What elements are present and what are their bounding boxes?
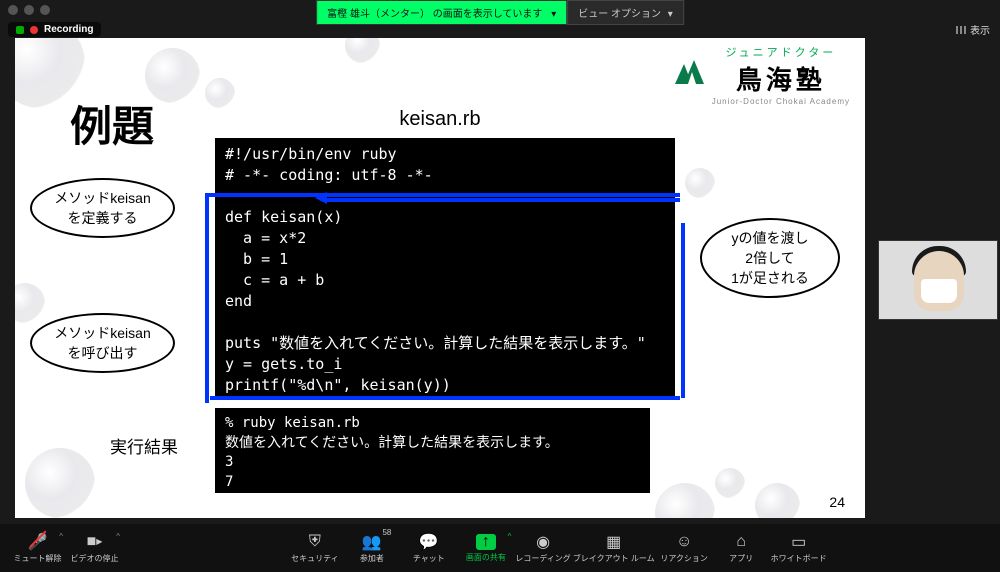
window-traffic-lights: [8, 5, 50, 15]
whiteboard-icon: ▭: [791, 533, 806, 551]
water-drop-decor: [755, 483, 800, 518]
reactions-button[interactable]: ☺ リアクション: [657, 526, 712, 570]
grid-icon: ▦: [606, 533, 621, 551]
logo-subtitle: ジュニアドクター: [712, 44, 850, 60]
whiteboard-button[interactable]: ▭ ホワイトボード: [771, 526, 827, 570]
callout-call-method: メソッドkeisan を呼び出す: [30, 313, 175, 373]
participants-count: 58: [382, 528, 391, 537]
participant-video-thumbnail[interactable]: [878, 240, 998, 320]
video-label: ビデオの停止: [71, 553, 119, 564]
sharing-status: 富樫 雄斗（メンター） の画面を表示しています ▾: [316, 0, 567, 25]
logo-english: Junior-Doctor Chokai Academy: [712, 97, 850, 106]
chat-label: チャット: [413, 553, 445, 564]
gallery-icon: [956, 26, 966, 34]
recording-label: Recording: [44, 24, 93, 35]
mountain-icon: [670, 58, 708, 86]
record-button[interactable]: ◉ レコーディング: [515, 526, 570, 570]
water-drop-decor: [715, 468, 745, 498]
water-drop-decor: [205, 78, 235, 108]
water-drop-decor: [655, 483, 715, 518]
participants-label: 参加者: [360, 553, 384, 564]
code-block-main: #!/usr/bin/env ruby # -*- coding: utf-8 …: [215, 138, 675, 398]
water-drop-decor: [345, 38, 380, 63]
water-drop-decor: [25, 448, 95, 518]
dropdown-icon: ▾: [668, 9, 673, 20]
code-block-result: % ruby keisan.rb 数値を入れてください。計算した結果を表示します…: [215, 408, 650, 493]
breakout-button[interactable]: ▦ ブレイクアウト ルーム: [573, 526, 655, 570]
camera-icon: ■▶: [87, 533, 103, 551]
logo-title: 鳥海塾: [712, 60, 850, 97]
security-label: セキュリティ: [291, 553, 339, 564]
view-label: 表示: [970, 22, 990, 37]
whiteboard-label: ホワイトボード: [771, 553, 827, 564]
chat-icon: 💬: [419, 533, 439, 551]
arrow-head-icon: [315, 192, 327, 204]
reactions-label: リアクション: [660, 553, 708, 564]
avatar-mask: [921, 279, 957, 303]
people-icon: 👥: [362, 533, 382, 551]
breakout-label: ブレイクアウト ルーム: [573, 553, 655, 564]
mute-label: ミュート解除: [14, 553, 62, 564]
minimize-dot[interactable]: [24, 5, 34, 15]
water-drop-decor: [685, 168, 715, 198]
sharing-top-bar: 富樫 雄斗（メンター） の画面を表示しています ▾ ビュー オプション ▾: [316, 0, 684, 25]
sharing-status-text: 富樫 雄斗（メンター） の画面を表示しています: [327, 9, 542, 20]
security-button[interactable]: ⛨ セキュリティ: [287, 526, 342, 570]
apps-icon: ⌂: [736, 533, 746, 551]
view-options-label: ビュー オプション: [578, 9, 661, 20]
video-button[interactable]: ■▶ ビデオの停止 ^: [67, 526, 122, 570]
participants-button[interactable]: 👥 58 参加者: [344, 526, 399, 570]
chevron-up-icon[interactable]: ^: [116, 532, 120, 541]
chat-button[interactable]: 💬 チャット: [401, 526, 456, 570]
callout-pass-value: yの値を渡し 2倍して 1が足される: [700, 218, 840, 298]
maximize-dot[interactable]: [40, 5, 50, 15]
share-label: 画面の共有: [466, 552, 506, 563]
apps-button[interactable]: ⌂ アプリ: [714, 526, 769, 570]
view-toggle[interactable]: 表示: [956, 22, 990, 37]
shared-slide: ジュニアドクター 鳥海塾 Junior-Doctor Chokai Academ…: [15, 38, 865, 518]
result-label: 実行結果: [110, 433, 178, 458]
highlight-bracket-left: [205, 193, 215, 403]
callout-text: yの値を渡し 2倍して 1が足される: [731, 228, 809, 288]
callout-text: メソッドkeisan を定義する: [54, 188, 150, 228]
chevron-up-icon[interactable]: ^: [59, 532, 63, 541]
dropdown-icon[interactable]: ▾: [551, 9, 556, 20]
share-icon: ↑: [476, 534, 496, 550]
share-screen-button[interactable]: ↑ 画面の共有 ^: [458, 526, 513, 570]
slide-title: 例題: [70, 93, 154, 154]
callout-define-method: メソッドkeisan を定義する: [30, 178, 175, 238]
callout-text: メソッドkeisan を呼び出す: [54, 323, 150, 363]
chevron-up-icon[interactable]: ^: [508, 532, 512, 541]
shield-icon: ⛨: [309, 533, 321, 551]
mute-button[interactable]: 🎤 ミュート解除 ^: [10, 526, 65, 570]
view-options-button[interactable]: ビュー オプション ▾: [567, 0, 684, 25]
water-drop-decor: [15, 283, 45, 323]
file-name: keisan.rb: [399, 108, 480, 131]
academy-logo: ジュニアドクター 鳥海塾 Junior-Doctor Chokai Academ…: [712, 44, 850, 106]
highlight-bracket-right: [675, 223, 685, 398]
record-label: レコーディング: [515, 553, 570, 564]
shield-icon: [16, 26, 24, 34]
smile-icon: ☺: [676, 533, 692, 551]
record-icon: ◉: [536, 533, 550, 551]
apps-label: アプリ: [729, 553, 753, 564]
zoom-toolbar: 🎤 ミュート解除 ^ ■▶ ビデオの停止 ^ ⛨ セキュリティ 👥 58 参加者…: [0, 524, 1000, 572]
close-dot[interactable]: [8, 5, 18, 15]
recording-indicator: Recording: [8, 22, 101, 37]
page-number: 24: [829, 494, 845, 510]
record-icon: [30, 26, 38, 34]
